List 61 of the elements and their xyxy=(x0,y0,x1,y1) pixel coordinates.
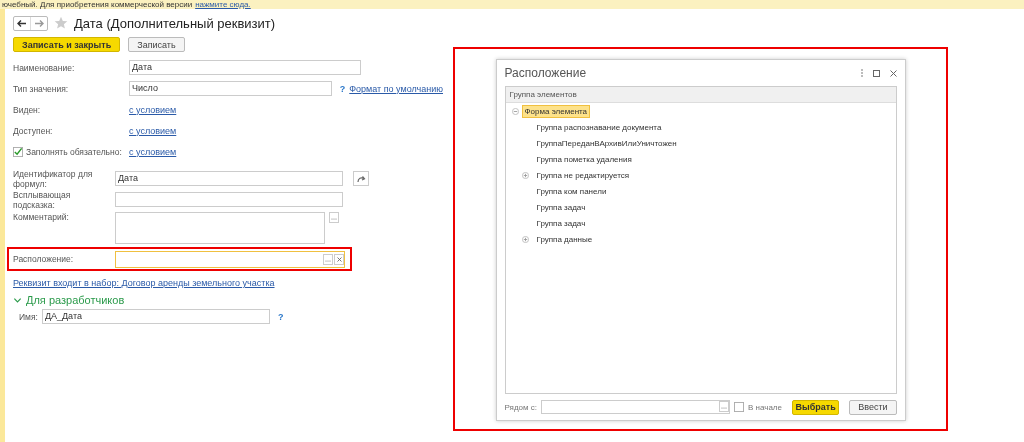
dialog-title: Расположение xyxy=(504,66,588,80)
location-field[interactable] xyxy=(115,250,345,268)
window-title: Дата (Дополнительный реквизит) xyxy=(74,15,276,31)
tree-item[interactable]: Группа распознавание документа xyxy=(534,121,664,133)
field-label: Заполнять обязательно: xyxy=(26,146,122,157)
tree-item[interactable]: ГруппаПереданВАрхивИлиУничтожен xyxy=(534,137,679,149)
notice-text: ючебный. Для приобретения коммерческой версии xyxy=(2,0,193,9)
input-field[interactable] xyxy=(540,400,730,414)
checkbox[interactable] xyxy=(13,146,23,157)
enter-button[interactable]: Ввести xyxy=(849,399,897,415)
input-field[interactable]: Число xyxy=(129,81,332,96)
maximize-icon[interactable] xyxy=(872,69,880,77)
field-label: Виден: xyxy=(13,104,41,115)
tree-toggle-icon[interactable] xyxy=(511,107,519,115)
field-label: Доступен: xyxy=(13,125,53,136)
tree-item[interactable]: Группа данные xyxy=(534,233,595,245)
help-link[interactable]: ? xyxy=(277,311,284,322)
set-link[interactable]: Реквизит входит в набор: Договор аренды земельного участка xyxy=(13,278,275,288)
input-field[interactable] xyxy=(115,192,343,207)
redo-arrow-button[interactable] xyxy=(353,171,369,186)
help-link[interactable]: ? xyxy=(339,83,346,94)
developers-section-toggle[interactable]: Для разработчиков xyxy=(13,294,125,306)
condition-link[interactable]: с условием xyxy=(129,125,177,136)
cross-icon xyxy=(336,256,342,262)
field-label: Комментарий: xyxy=(13,212,70,222)
field-label: Всплывающая подсказка: xyxy=(13,189,72,210)
tree-item[interactable]: Форма элемента xyxy=(521,104,591,118)
clear-button[interactable] xyxy=(334,253,344,265)
field-label: Рядом с: xyxy=(504,402,537,412)
field-label: Тип значения: xyxy=(13,83,69,94)
condition-link[interactable]: с условием xyxy=(129,146,177,157)
tree-item[interactable]: Группа задач xyxy=(534,217,588,229)
input-field[interactable]: Дата xyxy=(115,171,343,186)
field-label: Расположение: xyxy=(13,254,75,264)
star-icon[interactable] xyxy=(54,16,68,30)
input-field[interactable]: Дата xyxy=(129,60,361,75)
select-button[interactable]: Выбрать xyxy=(791,399,840,415)
curved-arrow-icon xyxy=(356,174,366,183)
field-label: Наименование: xyxy=(13,62,75,73)
condition-link[interactable]: с условием xyxy=(129,104,177,115)
close-icon[interactable] xyxy=(889,69,897,77)
tree-item[interactable]: Группа не редактируется xyxy=(534,169,632,181)
tree-item[interactable]: Группа задач xyxy=(534,201,588,213)
column-header: Группа элементов xyxy=(505,87,896,103)
tree-item[interactable]: Группа ком панели xyxy=(534,185,609,197)
format-link[interactable]: Формат по умолчанию xyxy=(349,83,443,94)
purchase-link[interactable]: нажмите сюда. xyxy=(195,0,251,9)
tree-toggle-icon[interactable] xyxy=(521,171,529,179)
checkbox-label: В начале xyxy=(747,402,782,412)
tree-toggle-icon[interactable] xyxy=(521,235,529,243)
field-label: Идентификатор для формул: xyxy=(13,168,94,189)
comment-field[interactable] xyxy=(115,212,325,244)
field-label: Имя: xyxy=(19,311,38,322)
more-button[interactable] xyxy=(329,212,339,223)
more-icon[interactable] xyxy=(860,69,863,77)
tree-item[interactable]: Группа пометка удаления xyxy=(534,153,634,165)
checkbox[interactable] xyxy=(733,402,744,412)
input-field[interactable]: ДА_Дата xyxy=(41,309,270,324)
save-button[interactable]: Записать xyxy=(128,37,185,52)
more-button[interactable] xyxy=(718,401,729,412)
save-close-button[interactable]: Записать и закрыть xyxy=(13,37,121,52)
